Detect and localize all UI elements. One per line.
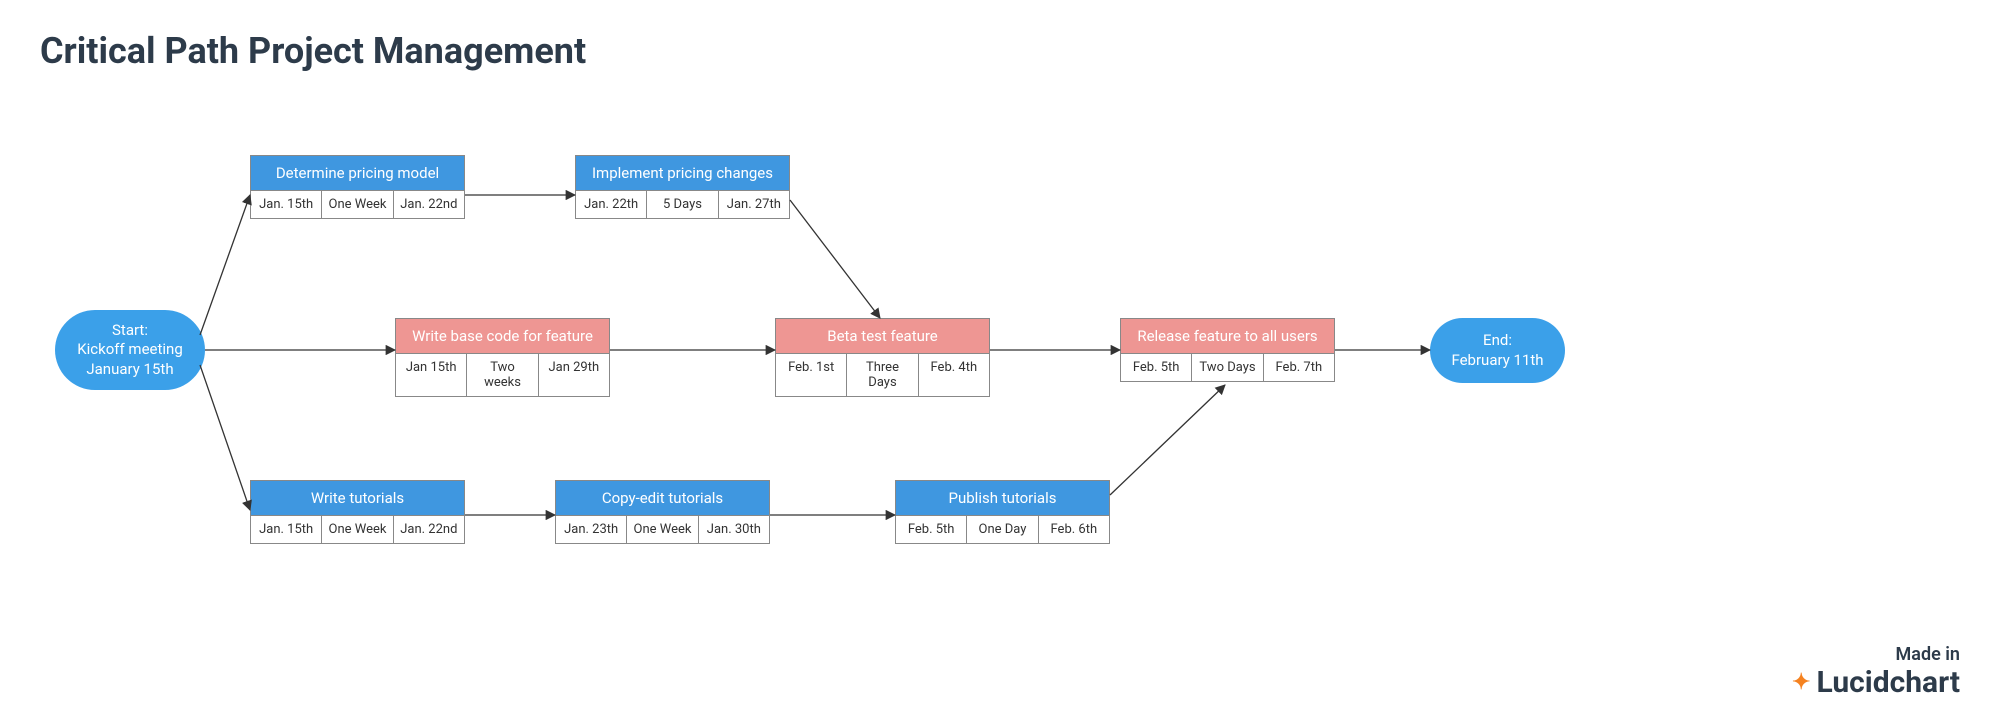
task-start: Jan. 15th — [251, 516, 322, 543]
task-duration: One Week — [627, 516, 698, 543]
task-pricing-model: Determine pricing model Jan. 15th One We… — [250, 155, 465, 219]
lucidchart-logo-icon: ✦ — [1792, 672, 1810, 694]
task-label: Release feature to all users — [1121, 319, 1334, 354]
edge-publish-release — [1110, 385, 1225, 495]
task-label: Determine pricing model — [251, 156, 464, 191]
task-end: Jan. 27th — [719, 191, 789, 218]
task-beta-test: Beta test feature Feb. 1st Three Days Fe… — [775, 318, 990, 397]
arrows-layer — [0, 0, 2000, 718]
diagram-canvas: Critical Path Project Management Start: … — [0, 0, 2000, 718]
task-write-tutorials: Write tutorials Jan. 15th One Week Jan. … — [250, 480, 465, 544]
task-start: Feb. 5th — [1121, 354, 1192, 381]
task-end: Feb. 7th — [1264, 354, 1334, 381]
page-title: Critical Path Project Management — [40, 30, 586, 72]
start-node: Start: Kickoff meeting January 15th — [55, 310, 205, 390]
brand-name: Lucidchart — [1816, 665, 1960, 700]
start-line1: Start: — [112, 321, 148, 339]
task-end: Jan. 30th — [699, 516, 769, 543]
task-duration: One Day — [967, 516, 1038, 543]
task-end: Jan. 22nd — [394, 516, 464, 543]
task-end: Jan 29th — [539, 354, 609, 396]
end-line2: February 11th — [1451, 351, 1543, 369]
task-label: Implement pricing changes — [576, 156, 789, 191]
end-line1: End: — [1483, 331, 1512, 349]
task-label: Copy-edit tutorials — [556, 481, 769, 516]
task-start: Feb. 1st — [776, 354, 847, 396]
task-duration: Two weeks — [467, 354, 538, 396]
task-duration: Three Days — [847, 354, 918, 396]
edge-start-pricing-model — [200, 195, 250, 335]
task-label: Write base code for feature — [396, 319, 609, 354]
task-end: Feb. 6th — [1039, 516, 1109, 543]
task-label: Publish tutorials — [896, 481, 1109, 516]
task-duration: One Week — [322, 516, 393, 543]
task-duration: 5 Days — [647, 191, 718, 218]
task-start: Jan. 15th — [251, 191, 322, 218]
start-line2: Kickoff meeting — [77, 340, 183, 358]
attribution: Made in ✦ Lucidchart — [1792, 644, 1960, 700]
made-in-label: Made in — [1792, 644, 1960, 665]
task-copy-edit-tutorials: Copy-edit tutorials Jan. 23th One Week J… — [555, 480, 770, 544]
task-label: Beta test feature — [776, 319, 989, 354]
start-line3: January 15th — [86, 360, 173, 378]
task-duration: One Week — [322, 191, 393, 218]
task-pricing-changes: Implement pricing changes Jan. 22th 5 Da… — [575, 155, 790, 219]
end-node: End: February 11th — [1430, 318, 1565, 383]
task-start: Jan 15th — [396, 354, 467, 396]
task-publish-tutorials: Publish tutorials Feb. 5th One Day Feb. … — [895, 480, 1110, 544]
task-start: Jan. 22th — [576, 191, 647, 218]
task-base-code: Write base code for feature Jan 15th Two… — [395, 318, 610, 397]
edge-pricing-changes-beta-test — [790, 200, 880, 318]
task-release: Release feature to all users Feb. 5th Tw… — [1120, 318, 1335, 382]
edge-start-write-tutorials — [200, 365, 250, 510]
task-end: Jan. 22nd — [394, 191, 464, 218]
task-start: Jan. 23th — [556, 516, 627, 543]
task-start: Feb. 5th — [896, 516, 967, 543]
task-end: Feb. 4th — [919, 354, 989, 396]
task-duration: Two Days — [1192, 354, 1263, 381]
task-label: Write tutorials — [251, 481, 464, 516]
